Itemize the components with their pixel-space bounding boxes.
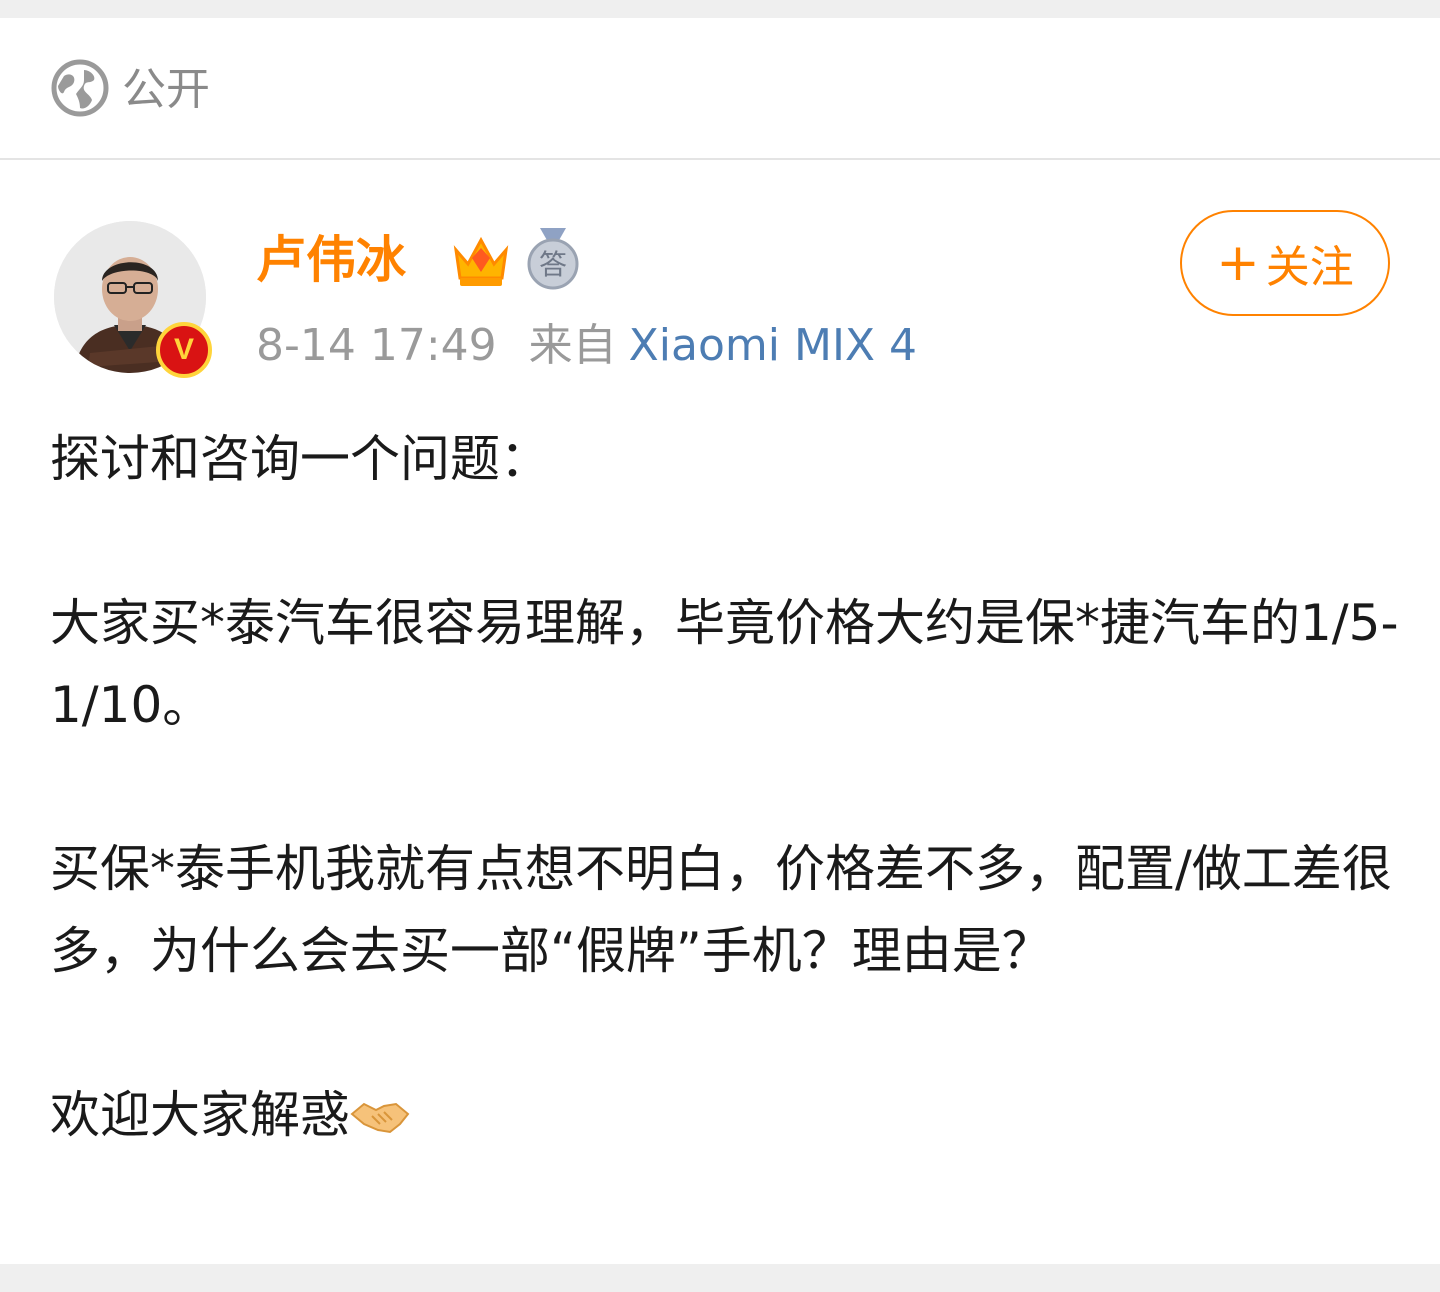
- bottom-divider: [0, 1264, 1440, 1292]
- svg-text:答: 答: [539, 248, 567, 281]
- post-paragraph: 探讨和咨询一个问题：: [50, 430, 550, 488]
- source-prefix: 来自: [528, 320, 617, 371]
- post-paragraph-text: 欢迎大家解惑: [50, 1086, 350, 1144]
- follow-label: 关注: [1265, 242, 1354, 293]
- post-paragraph-last: 欢迎大家解惑: [50, 1074, 1400, 1156]
- visibility-bar: 公开: [0, 18, 1440, 160]
- top-divider: [0, 0, 1440, 18]
- handshake-icon: [350, 1102, 410, 1134]
- post-time: 8-14 17:49: [256, 320, 497, 371]
- post-card: V 卢伟冰 答 8-14 17:49 来自 Xiaomi MIX 4 + 关注 探讨…: [0, 160, 1440, 1264]
- post-meta: 8-14 17:49 来自 Xiaomi MIX 4: [256, 318, 917, 374]
- username[interactable]: 卢伟冰: [256, 228, 406, 292]
- post-content: 探讨和咨询一个问题： 大家买*泰汽车很容易理解，毕竟价格大约是保*捷汽车的1/5…: [50, 418, 1400, 1156]
- visibility-label: 公开: [122, 64, 210, 115]
- post-paragraph: 买保*泰手机我就有点想不明白，价格差不多，配置/做工差很多，为什么会去买一部“假…: [50, 840, 1392, 980]
- post-paragraph: 大家买*泰汽车很容易理解，毕竟价格大约是保*捷汽车的1/5-1/10。: [50, 594, 1399, 734]
- verified-badge-letter: V: [173, 333, 194, 366]
- follow-button[interactable]: + 关注: [1180, 210, 1390, 316]
- globe-icon: [51, 59, 109, 117]
- source-device[interactable]: Xiaomi MIX 4: [629, 320, 917, 371]
- crown-icon: [453, 236, 509, 286]
- verified-badge: V: [156, 322, 212, 378]
- answer-medal-icon: 答: [527, 228, 579, 290]
- plus-icon: +: [1216, 233, 1260, 293]
